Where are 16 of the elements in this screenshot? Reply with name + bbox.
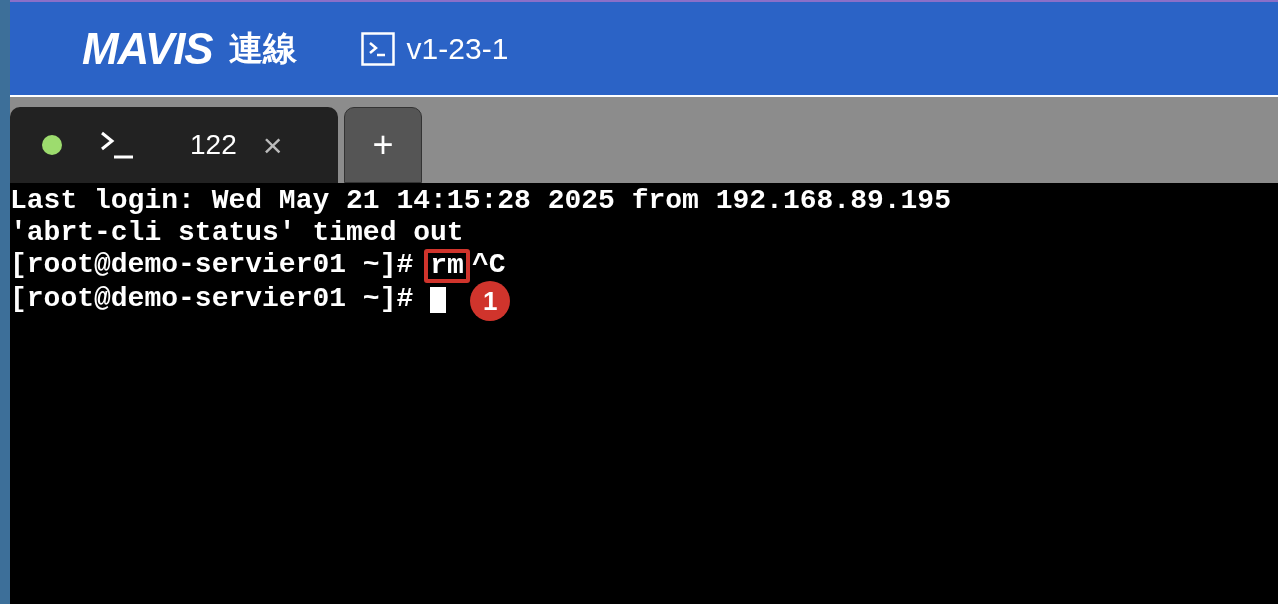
close-button[interactable]: × [262, 128, 283, 162]
app-title: 連線 [228, 28, 297, 69]
terminal-icon [360, 31, 395, 66]
shell-prompt: [root@demo-servier01 ~]# [10, 283, 414, 316]
command-text: rm [430, 253, 464, 279]
terminal-icon [100, 130, 134, 160]
annotation-badge: 1 [470, 281, 511, 321]
logo: MAVIS [82, 22, 213, 75]
shell-prompt: [root@demo-servier01 ~]# [10, 249, 414, 282]
terminal-line: Last login: Wed May 21 14:15:28 2025 from 192.168.89.195 [10, 185, 951, 217]
session-tab[interactable]: 122 × [10, 107, 338, 183]
session-name: v1-23-1 [406, 31, 509, 67]
interrupt-text: ^C [471, 249, 506, 282]
tab-label: 122 [190, 128, 237, 162]
terminal-line: 'abrt-cli status' timed out [10, 217, 464, 249]
add-tab-button[interactable]: + [344, 107, 422, 183]
